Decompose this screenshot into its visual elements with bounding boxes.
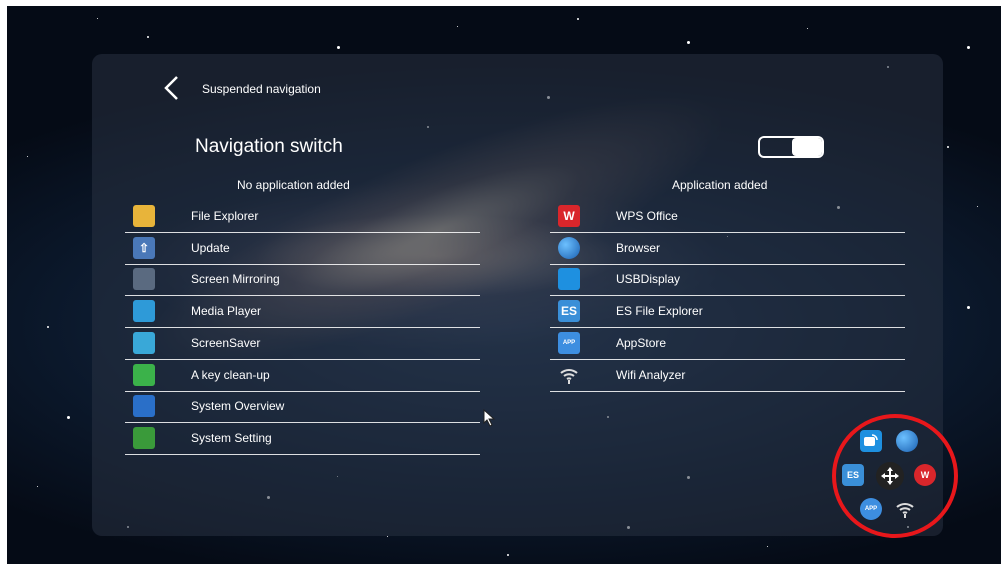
toggle-knob bbox=[792, 138, 822, 156]
list-item[interactable]: APP AppStore bbox=[550, 328, 905, 360]
star bbox=[807, 28, 808, 29]
star bbox=[337, 46, 340, 49]
back-button[interactable] bbox=[160, 74, 184, 102]
star bbox=[47, 326, 49, 328]
usb-display-icon bbox=[558, 268, 580, 291]
list-item-label: Media Player bbox=[191, 304, 262, 319]
overview-icon bbox=[133, 395, 155, 418]
star bbox=[507, 554, 509, 556]
screensaver-icon bbox=[133, 331, 155, 354]
star bbox=[67, 416, 70, 419]
star bbox=[27, 156, 28, 157]
list-item-label: ScreenSaver bbox=[191, 335, 261, 350]
list-item[interactable]: ES ES File Explorer bbox=[550, 296, 905, 329]
appstore-icon: APP bbox=[558, 331, 580, 354]
chevron-left-icon bbox=[164, 76, 178, 100]
star bbox=[947, 146, 949, 148]
page-title: Suspended navigation bbox=[202, 82, 321, 96]
screen-mirroring-icon bbox=[133, 268, 155, 291]
list-item-label: Browser bbox=[616, 240, 661, 255]
list-item[interactable]: System Overview bbox=[125, 391, 480, 424]
star bbox=[687, 41, 690, 44]
star bbox=[147, 36, 149, 38]
list-item[interactable]: ScreenSaver bbox=[125, 328, 480, 360]
list-item-label: File Explorer bbox=[191, 209, 259, 223]
list-item-label: Wifi Analyzer bbox=[616, 367, 686, 382]
list-item-label: ES File Explorer bbox=[616, 304, 703, 319]
broom-icon bbox=[133, 363, 155, 386]
list-item[interactable]: Wifi Analyzer bbox=[550, 360, 905, 392]
media-player-icon bbox=[133, 300, 155, 323]
right-column-heading: Application added bbox=[672, 178, 768, 192]
folder-icon bbox=[133, 205, 155, 227]
list-item-label: Screen Mirroring bbox=[191, 272, 280, 287]
list-item[interactable]: USBDisplay bbox=[550, 264, 905, 297]
list-item-label: WPS Office bbox=[616, 209, 678, 223]
list-item[interactable]: Media Player bbox=[125, 296, 480, 329]
usb-display-icon[interactable] bbox=[860, 430, 882, 452]
star bbox=[977, 206, 978, 207]
star bbox=[387, 536, 388, 537]
wps-icon: W bbox=[558, 205, 580, 227]
star bbox=[967, 306, 970, 309]
star bbox=[577, 18, 579, 20]
star bbox=[457, 26, 458, 27]
list-item-label: Update bbox=[191, 240, 230, 255]
navigation-switch-label: Navigation switch bbox=[195, 136, 343, 157]
navigation-switch-toggle[interactable] bbox=[758, 136, 824, 158]
star bbox=[767, 546, 768, 547]
wifi-icon[interactable] bbox=[894, 498, 916, 520]
star bbox=[967, 46, 970, 49]
move-arrows-icon[interactable] bbox=[876, 462, 904, 490]
list-item[interactable]: System Setting bbox=[125, 423, 480, 455]
list-item[interactable]: W WPS Office bbox=[550, 201, 905, 233]
list-item-label: A key clean-up bbox=[191, 367, 270, 382]
list-item[interactable]: Browser bbox=[550, 233, 905, 265]
es-file-icon: ES bbox=[558, 300, 580, 323]
globe-icon[interactable] bbox=[896, 430, 918, 452]
star bbox=[37, 486, 38, 487]
left-column-heading: No application added bbox=[237, 178, 350, 192]
floating-navigation-ring: ES W APP bbox=[832, 414, 958, 538]
list-item-label: System Overview bbox=[191, 399, 285, 414]
list-item-label: USBDisplay bbox=[616, 272, 681, 287]
update-arrow-icon: ⇧ bbox=[133, 236, 155, 259]
list-item[interactable]: ⇧ Update bbox=[125, 233, 480, 265]
wps-icon[interactable]: W bbox=[914, 464, 936, 486]
list-item-label: AppStore bbox=[616, 335, 667, 350]
list-item-label: System Setting bbox=[191, 430, 272, 445]
list-item[interactable]: File Explorer bbox=[125, 201, 480, 233]
es-file-icon[interactable]: ES bbox=[842, 464, 864, 486]
globe-icon bbox=[558, 236, 580, 259]
wifi-icon bbox=[558, 364, 580, 386]
gear-icon bbox=[133, 426, 155, 449]
appstore-icon[interactable]: APP bbox=[860, 498, 882, 520]
list-item[interactable]: Screen Mirroring bbox=[125, 264, 480, 297]
star bbox=[97, 18, 98, 19]
mouse-cursor-icon bbox=[483, 409, 496, 427]
list-item[interactable]: A key clean-up bbox=[125, 360, 480, 392]
